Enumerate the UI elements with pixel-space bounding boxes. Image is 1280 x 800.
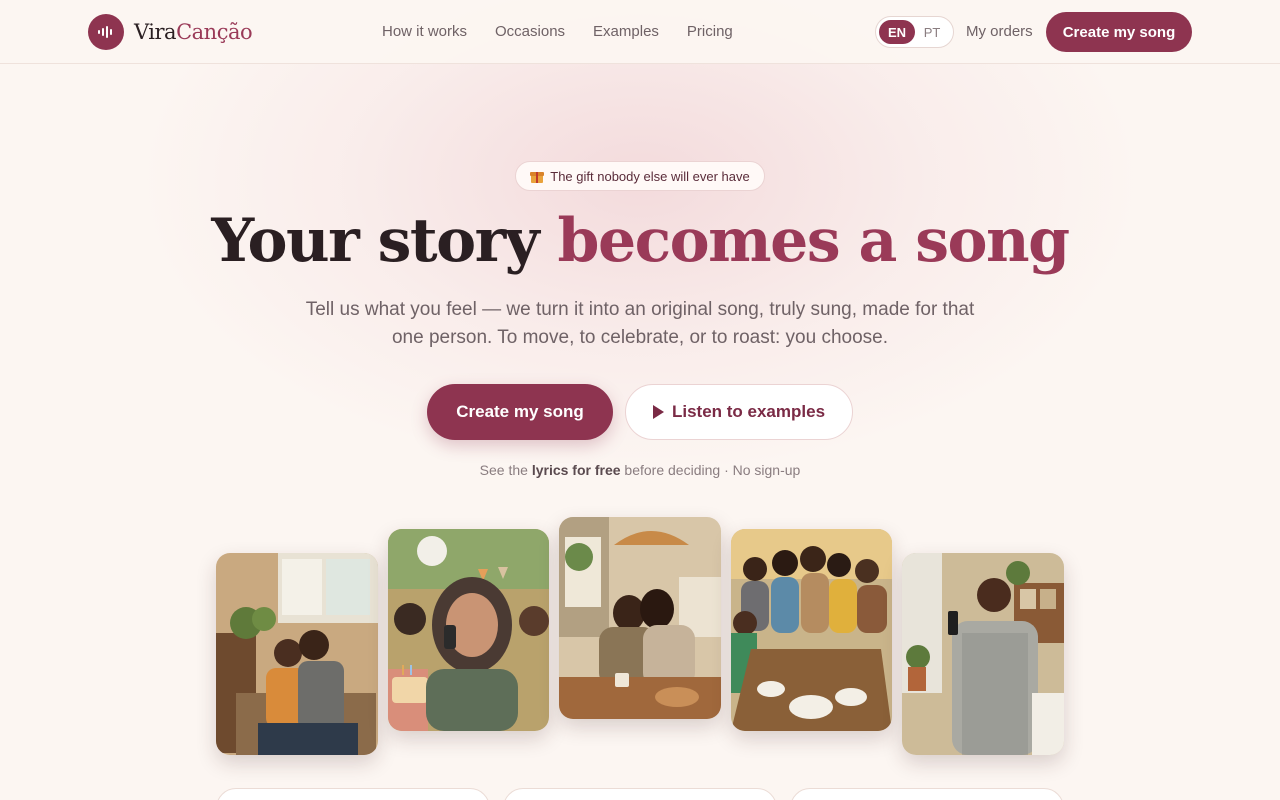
listen-examples-button[interactable]: Listen to examples	[625, 384, 853, 440]
play-icon	[652, 405, 664, 419]
photo-couple-listening	[216, 553, 378, 755]
gift-icon	[530, 169, 545, 183]
hero-subtitle: Tell us what you feel — we turn it into …	[305, 299, 975, 348]
photo-woman-crying-phone	[388, 529, 549, 731]
nav-how-it-works[interactable]: How it works	[382, 23, 467, 40]
main-nav: How it works Occasions Examples Pricing	[382, 23, 733, 40]
my-orders-link[interactable]: My orders	[966, 23, 1033, 40]
brand-logo[interactable]: ViraCanção	[88, 14, 253, 50]
hero-note-pre: See the	[479, 462, 532, 478]
photo-family-dinner	[731, 529, 892, 731]
brand-name-part1: Vira	[134, 20, 177, 44]
nav-occasions[interactable]: Occasions	[495, 23, 565, 40]
gift-badge: The gift nobody else will ever have	[515, 161, 765, 191]
feature-card	[216, 788, 490, 800]
create-song-button[interactable]: Create my song	[427, 384, 613, 440]
lang-en-button[interactable]: EN	[879, 20, 915, 44]
language-switcher: EN PT	[875, 16, 954, 48]
nav-pricing[interactable]: Pricing	[687, 23, 733, 40]
hero-title-plain: Your story	[211, 206, 558, 276]
photo-man-listening-phone	[902, 553, 1064, 755]
feature-card	[790, 788, 1064, 800]
hero-note-post: before deciding · No sign-up	[620, 462, 801, 478]
hero-note: See the lyrics for free before deciding …	[0, 462, 1280, 478]
hero-title-accent: becomes a song	[557, 206, 1070, 276]
listen-examples-label: Listen to examples	[671, 402, 826, 421]
photo-friends-hugging-kitchen	[559, 517, 721, 719]
site-header: ViraCanção How it works Occasions Exampl…	[0, 0, 1280, 64]
sound-wave-icon	[88, 14, 124, 50]
nav-examples[interactable]: Examples	[593, 23, 659, 40]
brand-name: ViraCanção	[134, 20, 253, 44]
hero-title: Your story becomes a song	[0, 206, 1280, 276]
feature-card	[503, 788, 777, 800]
gift-badge-text: The gift nobody else will ever have	[550, 168, 750, 184]
brand-name-part2: Canção	[176, 20, 253, 44]
header-create-song-button[interactable]: Create my song	[1046, 12, 1192, 52]
lang-pt-button[interactable]: PT	[915, 20, 949, 44]
hero-note-bold: lyrics for free	[531, 462, 621, 478]
